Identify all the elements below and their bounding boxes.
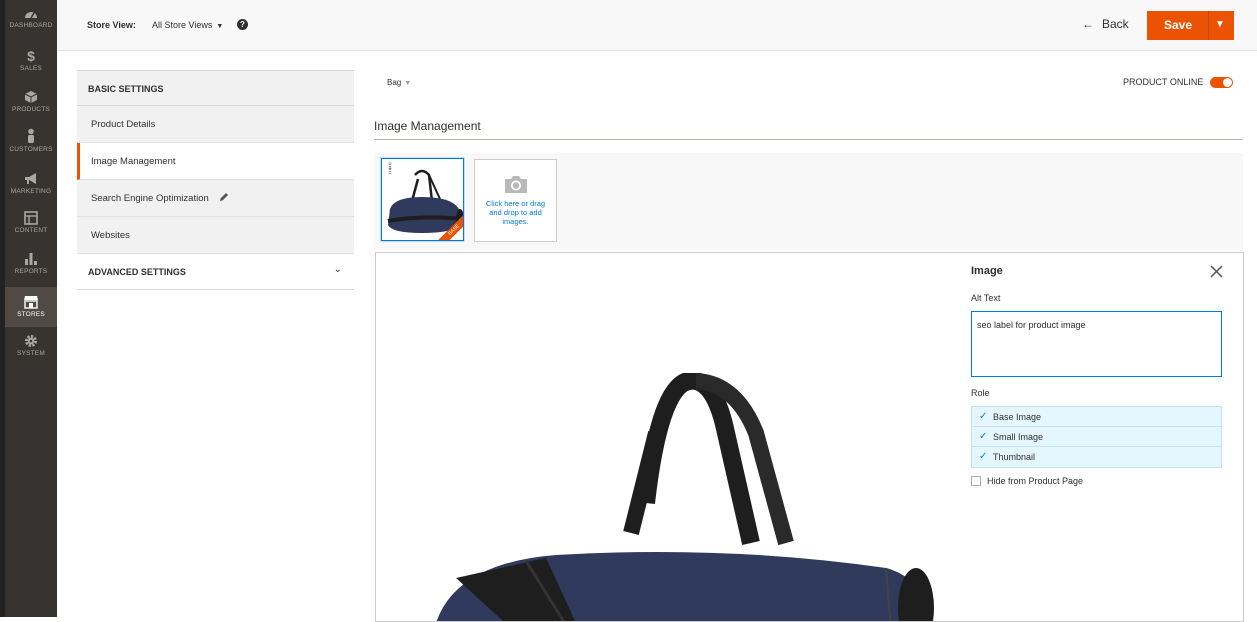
role-option-label: Small Image xyxy=(993,432,1044,442)
section-title: Image Management xyxy=(374,119,481,133)
role-option-base[interactable]: ✓ Base Image xyxy=(972,407,1221,427)
image-thumbnail[interactable]: ⁞⁞ ⁞⁞ BASE xyxy=(381,158,464,241)
page-header: Store View: All Store Views ▼ ? ← Back Sav… xyxy=(57,0,1257,51)
pencil-icon xyxy=(220,193,229,201)
camera-icon xyxy=(504,176,527,193)
nav-label-products: PRODUCTS xyxy=(11,106,51,113)
nav-item-products[interactable]: PRODUCTS xyxy=(5,90,57,130)
person-icon xyxy=(28,128,34,143)
chevron-down-icon: ⌄ xyxy=(333,264,342,275)
nav-item-marketing[interactable]: MARKETING xyxy=(5,172,57,212)
hide-from-product-page[interactable]: Hide from Product Page xyxy=(971,476,1083,486)
back-label: Back xyxy=(1102,17,1129,31)
basic-settings-title[interactable]: BASIC SETTINGS xyxy=(77,70,354,106)
toggle-knob xyxy=(1223,78,1232,87)
save-split-divider xyxy=(1208,11,1209,40)
tab-seo[interactable]: Search Engine Optimization xyxy=(77,180,354,217)
hide-label: Hide from Product Page xyxy=(987,476,1084,486)
save-dropdown-toggle[interactable]: ▼ xyxy=(1215,19,1225,30)
nav-item-content[interactable]: CONTENT xyxy=(5,211,57,251)
caret-down-icon: ▼ xyxy=(404,80,412,87)
attribute-set-value: Bag xyxy=(387,78,402,87)
help-icon[interactable]: ? xyxy=(237,19,248,30)
product-online-toggle[interactable] xyxy=(1210,77,1233,88)
alt-text-label: Alt Text xyxy=(971,293,1001,303)
back-button[interactable]: ← Back xyxy=(1082,17,1129,31)
role-label: Role xyxy=(971,388,990,398)
tab-seo-label: Search Engine Optimization xyxy=(91,193,209,204)
nav-item-sales[interactable]: $ SALES xyxy=(5,49,57,89)
role-multiselect: ✓ Base Image ✓ Small Image ✓ Thumbnail xyxy=(971,406,1222,468)
attribute-set-dropdown[interactable]: Bag ▼ xyxy=(387,78,411,87)
tab-image-management[interactable]: Image Management xyxy=(77,143,354,180)
tab-product-details[interactable]: Product Details xyxy=(77,106,354,143)
alt-text-field[interactable]: seo label for product image xyxy=(971,311,1222,377)
arrow-left-icon: ← xyxy=(1082,17,1094,31)
nav-label-marketing: MARKETING xyxy=(10,188,52,195)
role-option-thumbnail[interactable]: ✓ Thumbnail xyxy=(972,447,1221,467)
checkmark-icon: ✓ xyxy=(979,411,988,422)
role-option-small[interactable]: ✓ Small Image xyxy=(972,427,1221,447)
checkmark-icon: ✓ xyxy=(979,431,988,442)
save-label: Save xyxy=(1164,18,1193,32)
product-online-label: PRODUCT ONLINE xyxy=(1123,77,1204,87)
nav-label-content: CONTENT xyxy=(14,227,48,234)
svg-text:$: $ xyxy=(27,49,35,63)
save-button[interactable]: Save ▼ xyxy=(1147,11,1234,40)
nav-item-stores[interactable]: STORES xyxy=(5,287,57,327)
image-panel-title: Image xyxy=(971,265,1003,277)
nav-label-reports: REPORTS xyxy=(14,268,48,275)
nav-item-dashboard[interactable]: DASHBOARD xyxy=(5,8,57,48)
checkmark-icon: ✓ xyxy=(979,451,988,462)
cube-icon xyxy=(24,91,38,103)
nav-label-sales: SALES xyxy=(20,65,42,72)
nav-label-customers: CUSTOMERS xyxy=(9,146,53,153)
nav-label-system: SYSTEM xyxy=(17,350,45,357)
store-view-value: All Store Views xyxy=(152,20,213,30)
nav-item-system[interactable]: SYSTEM xyxy=(5,334,57,374)
dashboard-icon xyxy=(25,12,37,19)
store-view-label: Store View: xyxy=(87,20,136,30)
nav-item-reports[interactable]: REPORTS xyxy=(5,252,57,292)
storefront-icon xyxy=(24,296,38,309)
layout-icon xyxy=(24,211,38,225)
product-form-tabs: BASIC SETTINGS Product Details Image Man… xyxy=(77,70,354,290)
nav-label-stores: STORES xyxy=(17,311,45,318)
gear-icon xyxy=(25,335,37,347)
hide-checkbox[interactable] xyxy=(971,476,981,486)
nav-item-customers[interactable]: CUSTOMERS xyxy=(5,128,57,168)
megaphone-icon xyxy=(25,173,36,184)
tab-websites[interactable]: Websites xyxy=(77,217,354,254)
nav-label-dashboard: DASHBOARD xyxy=(9,22,53,29)
caret-down-icon: ▼ xyxy=(216,23,224,30)
section-divider xyxy=(374,139,1243,140)
store-view-switcher[interactable]: All Store Views ▼ xyxy=(152,20,223,30)
bar-chart-icon xyxy=(25,253,37,265)
role-option-label: Base Image xyxy=(993,412,1042,422)
advanced-settings-toggle[interactable]: ADVANCED SETTINGS ⌄ xyxy=(77,254,354,290)
upload-instructions: Click here or drag and drop to add image… xyxy=(485,199,546,226)
role-option-label: Thumbnail xyxy=(993,452,1036,462)
advanced-settings-title: ADVANCED SETTINGS xyxy=(88,267,186,277)
close-icon[interactable] xyxy=(1209,264,1224,279)
dollar-icon: $ xyxy=(27,49,35,63)
image-upload-dropzone[interactable]: Click here or drag and drop to add image… xyxy=(474,159,557,242)
admin-sidebar: DASHBOARD $ SALES PRODUCTS CUSTOMERS MAR… xyxy=(0,0,57,617)
drag-handle-icon[interactable]: ⁞⁞ ⁞⁞ xyxy=(388,162,392,176)
bag-preview-image xyxy=(436,373,934,621)
